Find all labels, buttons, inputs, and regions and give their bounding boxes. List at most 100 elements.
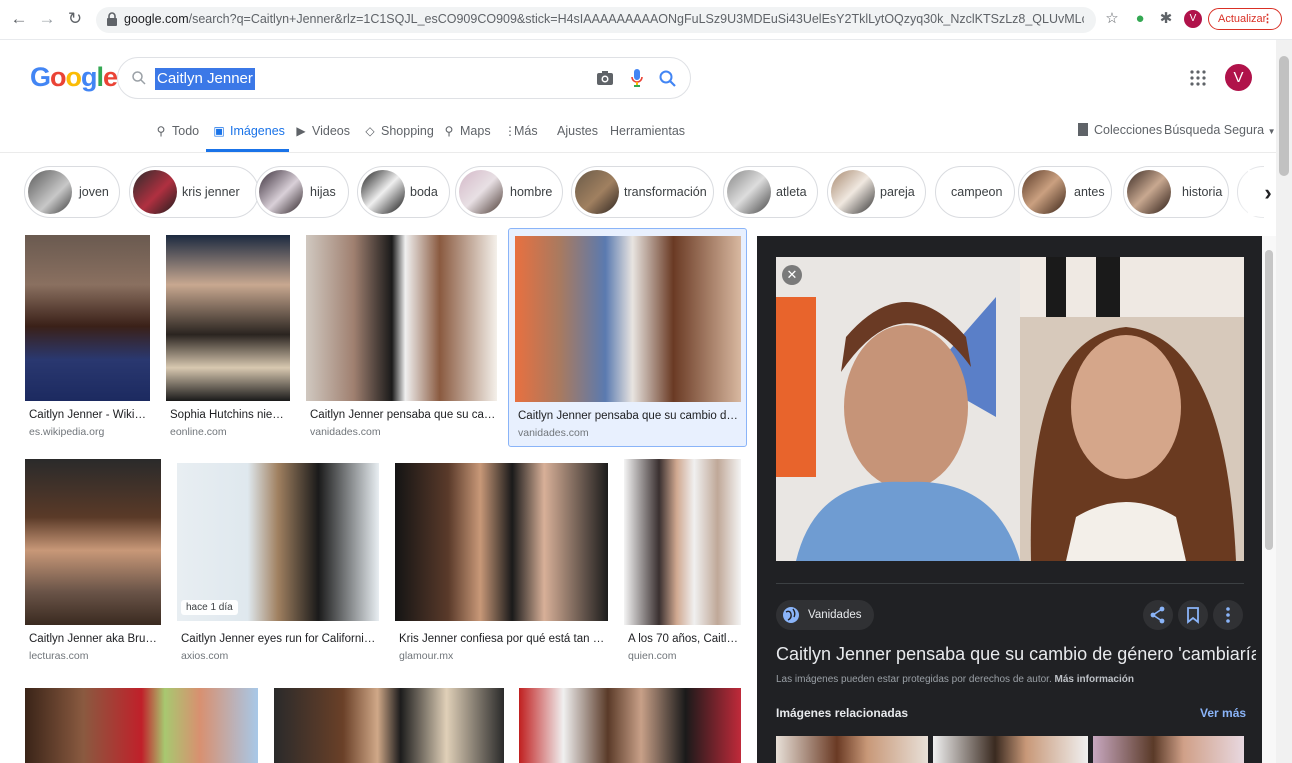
tab-maps[interactable]: ⚲ Maps bbox=[442, 122, 491, 152]
result-source[interactable]: vanidades.com bbox=[518, 427, 589, 439]
chip-historia[interactable]: historia bbox=[1123, 166, 1229, 218]
result-source[interactable]: glamour.mx bbox=[399, 650, 453, 662]
result-title[interactable]: Caitlyn Jenner aka Bruce J... bbox=[29, 633, 161, 645]
browser-profile-avatar[interactable]: V bbox=[1184, 10, 1202, 28]
image-result[interactable]: Caitlyn Jenner - Wikipedi... es.wikipedi… bbox=[25, 235, 151, 445]
apps-grid-icon[interactable] bbox=[1190, 70, 1206, 86]
result-image[interactable] bbox=[166, 235, 290, 401]
result-source[interactable]: vanidades.com bbox=[310, 426, 381, 438]
panel-scrollbar[interactable] bbox=[1262, 236, 1276, 763]
image-result-selected[interactable]: Caitlyn Jenner pensaba que su cambio de … bbox=[508, 228, 747, 447]
result-title[interactable]: A los 70 años, Caitlyn J... bbox=[628, 633, 741, 645]
page-scrollbar[interactable] bbox=[1276, 40, 1292, 763]
result-image[interactable]: hace 1 día bbox=[177, 463, 379, 621]
result-image[interactable] bbox=[306, 235, 497, 401]
result-image[interactable] bbox=[395, 463, 608, 621]
page-scrollbar-thumb[interactable] bbox=[1279, 56, 1289, 176]
back-arrow-icon[interactable]: ← bbox=[8, 8, 30, 30]
image-icon: ▣ bbox=[213, 124, 225, 138]
chip-boda[interactable]: boda bbox=[357, 166, 450, 218]
related-image[interactable] bbox=[1093, 736, 1244, 763]
account-avatar[interactable]: V bbox=[1225, 64, 1252, 91]
chip-joven[interactable]: joven bbox=[24, 166, 120, 218]
result-image[interactable] bbox=[25, 688, 258, 763]
caret-down-icon: ▼ bbox=[1267, 127, 1276, 136]
related-image[interactable] bbox=[933, 736, 1088, 763]
result-source[interactable]: quien.com bbox=[628, 650, 676, 662]
search-submit-icon[interactable] bbox=[658, 69, 677, 88]
extension-icon[interactable]: ● bbox=[1130, 9, 1150, 29]
search-input[interactable]: Caitlyn Jenner bbox=[155, 68, 255, 90]
close-icon[interactable]: ✕ bbox=[782, 265, 802, 285]
tab-videos[interactable]: ▶ Videos bbox=[294, 122, 350, 152]
chip-atleta[interactable]: atleta bbox=[723, 166, 818, 218]
tab-mas[interactable]: ⋮Más bbox=[504, 122, 538, 152]
related-image[interactable] bbox=[776, 736, 928, 763]
chip-thumbnail bbox=[727, 170, 771, 214]
bookmark-icon bbox=[1187, 607, 1199, 624]
result-title[interactable]: Caitlyn Jenner pensaba que su cambio d..… bbox=[310, 409, 497, 421]
result-image[interactable] bbox=[515, 236, 741, 402]
source-site-chip[interactable]: Vanidades bbox=[776, 600, 874, 630]
bookmark-icon bbox=[1078, 123, 1088, 136]
chip-pareja[interactable]: pareja bbox=[827, 166, 926, 218]
tab-shopping[interactable]: ◇ Shopping bbox=[363, 122, 433, 152]
preview-title[interactable]: Caitlyn Jenner pensaba que su cambio de … bbox=[776, 644, 1256, 665]
star-icon[interactable]: ☆ bbox=[1102, 9, 1122, 29]
chip-hijas[interactable]: hijas bbox=[255, 166, 349, 218]
microphone-icon[interactable] bbox=[630, 68, 644, 88]
safe-search-dropdown[interactable]: Búsqueda Segura ▼ bbox=[1164, 123, 1276, 137]
more-info-link[interactable]: Más información bbox=[1055, 674, 1134, 685]
tag-icon: ◇ bbox=[365, 124, 375, 138]
result-source[interactable]: lecturas.com bbox=[29, 650, 89, 662]
result-source[interactable]: axios.com bbox=[181, 650, 228, 662]
google-logo[interactable]: Google bbox=[30, 62, 118, 93]
chip-kris-jenner[interactable]: kris jenner bbox=[129, 166, 259, 218]
image-result[interactable]: hace 1 día Caitlyn Jenner eyes run for C… bbox=[177, 463, 380, 664]
image-result[interactable] bbox=[25, 688, 258, 763]
result-image[interactable] bbox=[624, 459, 741, 625]
tab-ajustes[interactable]: Ajustes bbox=[557, 122, 598, 152]
result-source[interactable]: eonline.com bbox=[170, 426, 227, 438]
tab-imagenes[interactable]: ▣ Imágenes bbox=[206, 122, 289, 152]
update-button[interactable]: Actualizar ⋮ bbox=[1208, 8, 1282, 30]
forward-arrow-icon[interactable]: → bbox=[36, 8, 58, 30]
image-result[interactable]: Kris Jenner confiesa por qué está tan mo… bbox=[395, 463, 609, 664]
share-button[interactable] bbox=[1143, 600, 1173, 630]
chip-antes[interactable]: antes bbox=[1018, 166, 1112, 218]
chip-campeon[interactable]: campeon bbox=[935, 166, 1015, 218]
more-options-button[interactable] bbox=[1213, 600, 1243, 630]
result-title[interactable]: Caitlyn Jenner eyes run for California g… bbox=[181, 633, 379, 645]
image-result[interactable]: Caitlyn Jenner pensaba que su cambio d..… bbox=[306, 235, 497, 445]
image-result[interactable]: Caitlyn Jenner aka Bruce J... lecturas.c… bbox=[25, 459, 162, 664]
result-image[interactable] bbox=[25, 235, 150, 401]
image-result[interactable]: Sophia Hutchins niega q... eonline.com bbox=[166, 235, 290, 445]
result-title[interactable]: Caitlyn Jenner - Wikipedi... bbox=[29, 409, 151, 421]
preview-image[interactable] bbox=[776, 257, 1244, 561]
result-title[interactable]: Kris Jenner confiesa por qué está tan mo… bbox=[399, 633, 608, 645]
camera-icon[interactable] bbox=[596, 70, 614, 86]
result-title[interactable]: Caitlyn Jenner pensaba que su cambio de … bbox=[518, 410, 743, 422]
puzzle-icon[interactable]: ✱ bbox=[1156, 9, 1176, 29]
address-bar[interactable]: google.com/search?q=Caitlyn+Jenner&rlz=1… bbox=[96, 7, 1096, 33]
image-result[interactable]: A los 70 años, Caitlyn J... quien.com bbox=[624, 459, 741, 664]
related-images-heading: Imágenes relacionadas bbox=[776, 706, 909, 720]
search-box[interactable]: Caitlyn Jenner bbox=[117, 57, 691, 99]
result-source[interactable]: es.wikipedia.org bbox=[29, 426, 104, 438]
tab-todo[interactable]: ⚲ Todo bbox=[154, 122, 200, 152]
search-icon bbox=[132, 71, 146, 85]
image-result[interactable] bbox=[519, 688, 741, 763]
image-result[interactable] bbox=[274, 688, 504, 763]
collections-link[interactable]: Colecciones bbox=[1078, 123, 1162, 137]
chip-hombre[interactable]: hombre bbox=[455, 166, 563, 218]
see-more-link[interactable]: Ver más bbox=[1200, 706, 1246, 720]
result-title[interactable]: Sophia Hutchins niega q... bbox=[170, 409, 290, 421]
panel-scrollbar-thumb[interactable] bbox=[1265, 250, 1273, 550]
save-button[interactable] bbox=[1178, 600, 1208, 630]
tab-herramientas[interactable]: Herramientas bbox=[610, 122, 685, 152]
result-image[interactable] bbox=[519, 688, 741, 763]
result-image[interactable] bbox=[274, 688, 504, 763]
reload-icon[interactable]: ↻ bbox=[64, 8, 86, 30]
chip-transformacion[interactable]: transformación bbox=[571, 166, 714, 218]
result-image[interactable] bbox=[25, 459, 161, 625]
